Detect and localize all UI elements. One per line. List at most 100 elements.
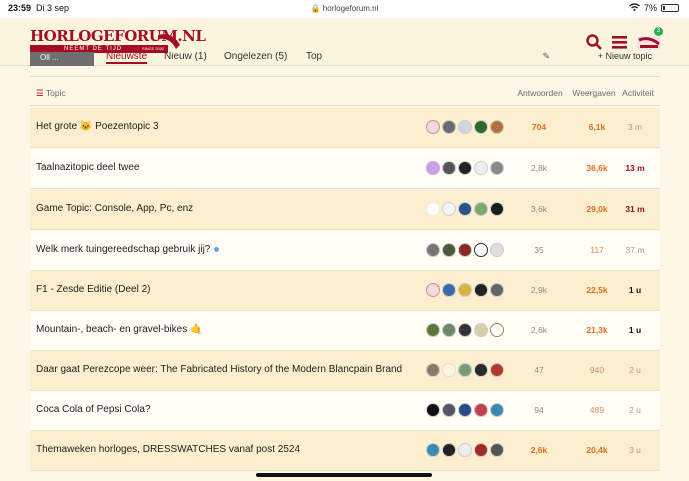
- avatar[interactable]: [458, 202, 472, 216]
- avatar[interactable]: [458, 403, 472, 417]
- avatar[interactable]: [458, 323, 472, 337]
- topic-title[interactable]: Welk merk tuingereedschap gebruik jij?: [36, 244, 220, 255]
- topic-title[interactable]: Taalnazitopic deel twee: [36, 162, 139, 173]
- topic-row[interactable]: Coca Cola of Pepsi Cola? 94 489 2 u: [30, 391, 660, 431]
- avatar[interactable]: [458, 120, 472, 134]
- topic-row[interactable]: F1 - Zesde Editie (Deel 2) 2,9k 22,5k 1 …: [30, 271, 660, 311]
- avatar[interactable]: [458, 243, 472, 257]
- answer-count: 2,6k: [530, 445, 548, 455]
- poster-avatars: [426, 323, 504, 337]
- menu-icon[interactable]: [612, 35, 627, 54]
- activity-time[interactable]: 1 u: [620, 325, 650, 335]
- avatar[interactable]: [490, 363, 504, 377]
- avatar[interactable]: [426, 323, 440, 337]
- avatar[interactable]: [426, 243, 440, 257]
- avatar[interactable]: [490, 120, 504, 134]
- avatar[interactable]: [426, 202, 440, 216]
- tab-nieuw[interactable]: Nieuw (1): [164, 52, 207, 62]
- avatar[interactable]: [474, 363, 488, 377]
- topic-title[interactable]: Coca Cola of Pepsi Cola?: [36, 404, 151, 415]
- avatar[interactable]: [474, 243, 488, 257]
- views-column-header[interactable]: Weergaven: [566, 88, 622, 98]
- topic-row[interactable]: Daar gaat Perezcope weer: The Fabricated…: [30, 351, 660, 391]
- category-dropdown[interactable]: Oll ...: [30, 52, 94, 66]
- avatar[interactable]: [442, 202, 456, 216]
- avatar[interactable]: [474, 403, 488, 417]
- battery-percent: 7%: [643, 3, 657, 13]
- avatar[interactable]: [490, 202, 504, 216]
- url-bar[interactable]: 🔒 horlogeforum.nl: [0, 4, 689, 13]
- avatar[interactable]: [426, 363, 440, 377]
- tab-top[interactable]: Top: [306, 52, 322, 62]
- answer-count: 2,9k: [530, 285, 548, 295]
- topic-title[interactable]: Mountain-, beach- en gravel-bikes 🤙: [36, 324, 202, 335]
- topic-row[interactable]: Welk merk tuingereedschap gebruik jij? 3…: [30, 231, 660, 271]
- avatar[interactable]: [442, 323, 456, 337]
- view-count: 29,0k: [586, 204, 608, 214]
- topic-row[interactable]: Themaweken horloges, DRESSWATCHES vanaf …: [30, 431, 660, 471]
- avatar[interactable]: [458, 443, 472, 457]
- avatar[interactable]: [442, 403, 456, 417]
- avatar[interactable]: [458, 363, 472, 377]
- avatar[interactable]: [474, 161, 488, 175]
- draft-icon[interactable]: ✎: [542, 52, 550, 62]
- avatar[interactable]: [458, 161, 472, 175]
- tab-ongelezen[interactable]: Ongelezen (5): [224, 52, 287, 62]
- avatar[interactable]: [442, 120, 456, 134]
- avatar[interactable]: [474, 323, 488, 337]
- tab-nieuwste[interactable]: Nieuwste: [106, 52, 148, 64]
- avatar[interactable]: [442, 243, 456, 257]
- avatar[interactable]: [474, 120, 488, 134]
- avatar[interactable]: [458, 283, 472, 297]
- activity-time[interactable]: 3 u: [620, 445, 650, 455]
- activity-time[interactable]: 2 u: [620, 405, 650, 415]
- avatar[interactable]: [490, 323, 504, 337]
- view-count: 940: [589, 365, 605, 375]
- activity-column-header[interactable]: Activiteit: [618, 88, 658, 98]
- topic-title[interactable]: Game Topic: Console, App, Pc, enz: [36, 203, 193, 214]
- topic-title[interactable]: Het grote 🐱 Poezentopic 3: [36, 121, 159, 132]
- avatar[interactable]: [426, 443, 440, 457]
- topic-navigation: Oll ... Nieuwste Nieuw (1) Ongelezen (5)…: [30, 52, 660, 68]
- topic-row[interactable]: Mountain-, beach- en gravel-bikes 🤙 2,6k…: [30, 311, 660, 351]
- topic-row[interactable]: Het grote 🐱 Poezentopic 3 704 6,1k 3 m: [30, 108, 660, 148]
- activity-time[interactable]: 2 u: [620, 365, 650, 375]
- status-bar: 23:59 Di 3 sep 🔒 horlogeforum.nl 7%: [0, 0, 689, 18]
- avatar[interactable]: [426, 403, 440, 417]
- avatar[interactable]: [490, 283, 504, 297]
- topic-column-header[interactable]: ☰ Topic: [36, 88, 66, 99]
- topic-row[interactable]: Game Topic: Console, App, Pc, enz 3,6k 2…: [30, 190, 660, 230]
- topic-title[interactable]: Themaweken horloges, DRESSWATCHES vanaf …: [36, 444, 300, 455]
- avatar[interactable]: [442, 161, 456, 175]
- activity-time[interactable]: 3 m: [620, 122, 650, 132]
- avatar[interactable]: [474, 283, 488, 297]
- new-topic-button[interactable]: + Nieuw topic: [598, 52, 652, 61]
- avatar[interactable]: [490, 243, 504, 257]
- topic-title[interactable]: Daar gaat Perezcope weer: The Fabricated…: [36, 364, 402, 375]
- poster-avatars: [426, 443, 504, 457]
- avatar[interactable]: [474, 202, 488, 216]
- activity-time[interactable]: 31 m: [620, 204, 650, 214]
- avatar[interactable]: [426, 120, 440, 134]
- answer-count: 3,6k: [530, 204, 548, 214]
- avatar[interactable]: [442, 443, 456, 457]
- avatar[interactable]: [490, 443, 504, 457]
- avatar[interactable]: [490, 161, 504, 175]
- answer-count: 47: [534, 365, 544, 375]
- status-right: 7%: [629, 3, 679, 13]
- topic-row[interactable]: Taalnazitopic deel twee 2,8k 36,6k 13 m: [30, 149, 660, 189]
- avatar[interactable]: [426, 161, 440, 175]
- avatar[interactable]: [442, 363, 456, 377]
- home-indicator[interactable]: [256, 473, 432, 477]
- activity-time[interactable]: 13 m: [620, 163, 650, 173]
- avatar[interactable]: [442, 283, 456, 297]
- topic-title[interactable]: F1 - Zesde Editie (Deel 2): [36, 284, 151, 295]
- poster-avatars: [426, 243, 504, 257]
- lock-icon: 🔒: [310, 4, 321, 13]
- avatar[interactable]: [426, 283, 440, 297]
- answers-column-header[interactable]: Antwoorden: [514, 88, 566, 98]
- activity-time[interactable]: 1 u: [620, 285, 650, 295]
- activity-time[interactable]: 37 m: [620, 245, 650, 255]
- avatar[interactable]: [474, 443, 488, 457]
- avatar[interactable]: [490, 403, 504, 417]
